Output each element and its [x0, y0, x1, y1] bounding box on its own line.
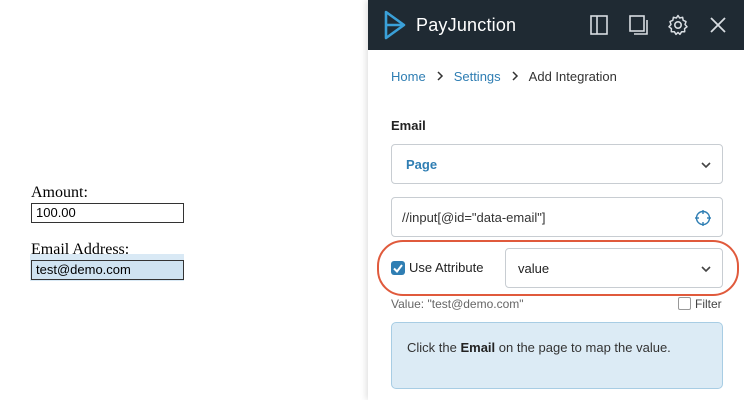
- host-page: Amount: 100.00 Email Address: test@demo.…: [0, 0, 368, 400]
- email-label: Email Address:: [31, 241, 130, 258]
- use-attribute-label[interactable]: Use Attribute: [409, 260, 483, 275]
- hint-field: Email: [460, 340, 496, 355]
- panel-topbar: PayJunction: [368, 0, 744, 50]
- email-input[interactable]: test@demo.com: [31, 260, 184, 280]
- brand-logo: PayJunction: [382, 10, 516, 40]
- popout-icon[interactable]: [626, 13, 650, 37]
- chevron-down-icon: [700, 158, 712, 170]
- amount-label: Amount:: [31, 184, 88, 201]
- chevron-down-icon: [700, 262, 712, 274]
- source-select[interactable]: Page: [391, 144, 723, 184]
- field-label: Email: [391, 118, 426, 133]
- value-preview: Value: "test@demo.com": [391, 297, 524, 311]
- breadcrumb-current: Add Integration: [528, 69, 617, 84]
- gear-icon[interactable]: [666, 13, 690, 37]
- instruction-hint: Click the Email on the page to map the v…: [391, 322, 723, 389]
- xpath-value: //input[@id="data-email"]: [402, 209, 546, 225]
- source-select-value: Page: [406, 156, 438, 172]
- attribute-select[interactable]: value: [505, 248, 723, 288]
- dock-icon[interactable]: [587, 13, 611, 37]
- breadcrumb-home[interactable]: Home: [391, 69, 426, 84]
- attribute-select-value: value: [518, 260, 550, 276]
- breadcrumb-settings[interactable]: Settings: [454, 69, 501, 84]
- checkmark-icon: [393, 264, 403, 274]
- crosshair-icon[interactable]: [694, 209, 712, 227]
- integration-panel: PayJunction Home Settings Add Integratio…: [368, 0, 744, 400]
- hint-prefix: Click the: [407, 340, 461, 355]
- chevron-right-icon: [511, 70, 519, 84]
- brand-name: PayJunction: [416, 14, 517, 35]
- filter-checkbox[interactable]: [678, 297, 691, 310]
- payjunction-logo-icon: [384, 10, 406, 40]
- filter-label[interactable]: Filter: [695, 297, 722, 311]
- hint-suffix: on the page to map the value.: [495, 340, 671, 355]
- close-icon[interactable]: [706, 13, 730, 37]
- use-attribute-checkbox[interactable]: [391, 261, 405, 275]
- amount-input[interactable]: 100.00: [31, 203, 184, 223]
- xpath-input[interactable]: //input[@id="data-email"]: [391, 197, 723, 237]
- chevron-right-icon: [436, 70, 444, 84]
- breadcrumb: Home Settings Add Integration: [391, 69, 617, 84]
